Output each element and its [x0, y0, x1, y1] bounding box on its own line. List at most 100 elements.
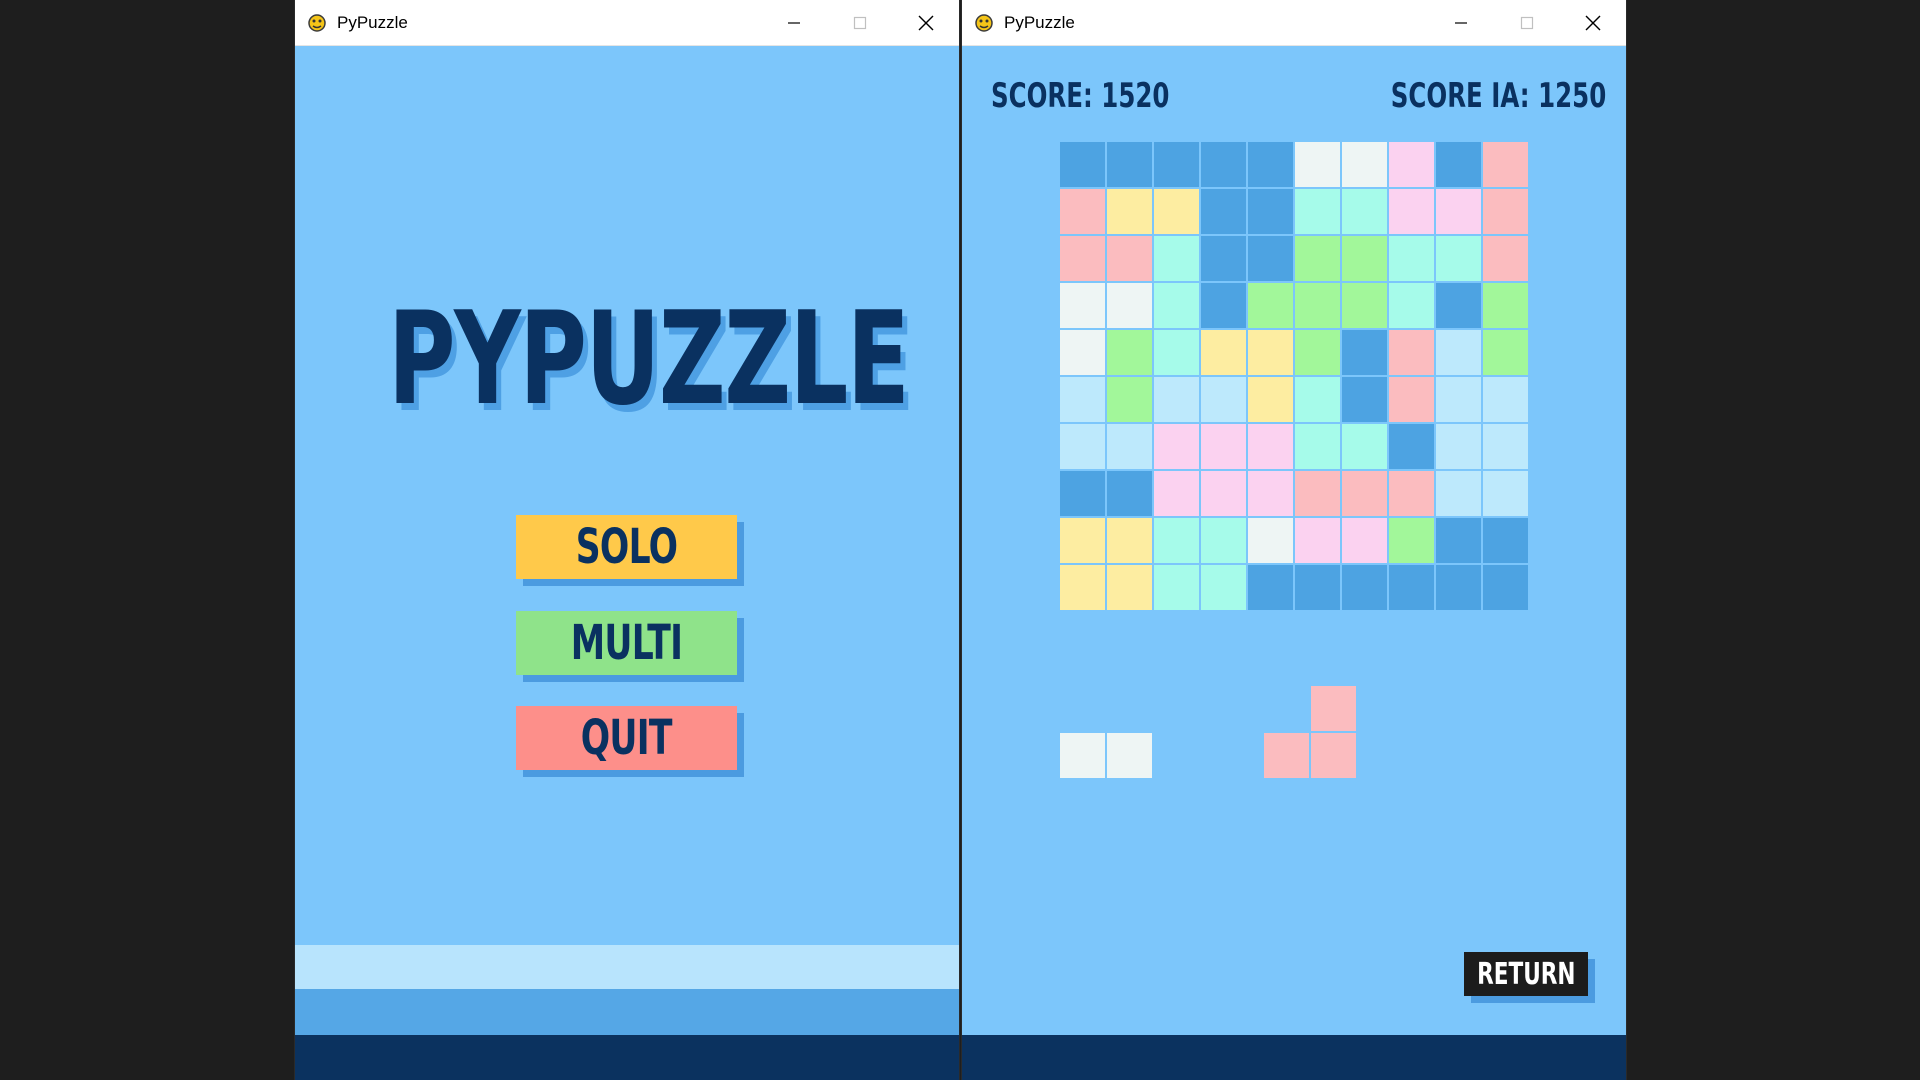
board-cell[interactable] [1483, 471, 1528, 516]
board-cell[interactable] [1295, 283, 1340, 328]
board-cell[interactable] [1436, 424, 1481, 469]
board-cell[interactable] [1060, 471, 1105, 516]
board-cell[interactable] [1295, 142, 1340, 187]
board-cell[interactable] [1201, 283, 1246, 328]
board-cell[interactable] [1342, 518, 1387, 563]
board-cell[interactable] [1107, 471, 1152, 516]
board-cell[interactable] [1248, 565, 1293, 610]
board-cell[interactable] [1201, 424, 1246, 469]
board-cell[interactable] [1389, 424, 1434, 469]
board-cell[interactable] [1248, 283, 1293, 328]
maximize-button[interactable] [1494, 0, 1560, 45]
board-cell[interactable] [1483, 377, 1528, 422]
title-bar[interactable]: PyPuzzle [295, 0, 959, 46]
board-cell[interactable] [1154, 471, 1199, 516]
board-cell[interactable] [1060, 424, 1105, 469]
board-cell[interactable] [1107, 565, 1152, 610]
board-cell[interactable] [1342, 189, 1387, 234]
piece-white-domino-block[interactable] [1107, 733, 1152, 778]
board-cell[interactable] [1389, 189, 1434, 234]
board-cell[interactable] [1342, 283, 1387, 328]
board-cell[interactable] [1295, 424, 1340, 469]
board-cell[interactable] [1107, 330, 1152, 375]
board-cell[interactable] [1201, 330, 1246, 375]
board-cell[interactable] [1154, 424, 1199, 469]
board-cell[interactable] [1342, 424, 1387, 469]
board-cell[interactable] [1154, 377, 1199, 422]
quit-button[interactable]: QUIT [516, 706, 737, 770]
board-cell[interactable] [1060, 142, 1105, 187]
piece-salmon-l-block[interactable] [1311, 733, 1356, 778]
board-cell[interactable] [1295, 518, 1340, 563]
minimize-button[interactable] [761, 0, 827, 45]
board-cell[interactable] [1389, 565, 1434, 610]
board-cell[interactable] [1295, 565, 1340, 610]
board-cell[interactable] [1107, 424, 1152, 469]
board-cell[interactable] [1436, 330, 1481, 375]
piece-white-domino-block[interactable] [1060, 733, 1105, 778]
board-cell[interactable] [1154, 189, 1199, 234]
board-cell[interactable] [1389, 236, 1434, 281]
board-cell[interactable] [1295, 377, 1340, 422]
board-cell[interactable] [1436, 236, 1481, 281]
board-cell[interactable] [1107, 236, 1152, 281]
board-cell[interactable] [1154, 236, 1199, 281]
title-bar[interactable]: PyPuzzle [962, 0, 1626, 46]
board-cell[interactable] [1201, 518, 1246, 563]
board-cell[interactable] [1154, 565, 1199, 610]
board-cell[interactable] [1248, 189, 1293, 234]
board-cell[interactable] [1342, 330, 1387, 375]
board-cell[interactable] [1154, 330, 1199, 375]
multi-button[interactable]: MULTI [516, 611, 737, 675]
board-cell[interactable] [1201, 377, 1246, 422]
board-cell[interactable] [1201, 189, 1246, 234]
board-cell[interactable] [1248, 518, 1293, 563]
board-cell[interactable] [1389, 518, 1434, 563]
board-cell[interactable] [1342, 142, 1387, 187]
minimize-button[interactable] [1428, 0, 1494, 45]
board-cell[interactable] [1154, 283, 1199, 328]
board-cell[interactable] [1342, 471, 1387, 516]
board-cell[interactable] [1107, 189, 1152, 234]
board-cell[interactable] [1483, 189, 1528, 234]
board-cell[interactable] [1248, 236, 1293, 281]
board-cell[interactable] [1248, 424, 1293, 469]
board-cell[interactable] [1060, 518, 1105, 563]
board-cell[interactable] [1436, 142, 1481, 187]
board-cell[interactable] [1248, 471, 1293, 516]
board-cell[interactable] [1107, 142, 1152, 187]
board-cell[interactable] [1483, 565, 1528, 610]
board-cell[interactable] [1154, 518, 1199, 563]
board-cell[interactable] [1201, 142, 1246, 187]
puzzle-board[interactable] [1060, 142, 1533, 615]
board-cell[interactable] [1295, 236, 1340, 281]
board-cell[interactable] [1060, 189, 1105, 234]
board-cell[interactable] [1248, 330, 1293, 375]
board-cell[interactable] [1483, 236, 1528, 281]
close-button[interactable] [893, 0, 959, 45]
close-button[interactable] [1560, 0, 1626, 45]
board-cell[interactable] [1201, 471, 1246, 516]
solo-button[interactable]: SOLO [516, 515, 737, 579]
board-cell[interactable] [1295, 330, 1340, 375]
board-cell[interactable] [1107, 518, 1152, 563]
board-cell[interactable] [1201, 236, 1246, 281]
board-cell[interactable] [1248, 142, 1293, 187]
board-cell[interactable] [1436, 471, 1481, 516]
board-cell[interactable] [1107, 283, 1152, 328]
return-button[interactable]: RETURN [1464, 952, 1588, 996]
board-cell[interactable] [1060, 330, 1105, 375]
board-cell[interactable] [1295, 471, 1340, 516]
board-cell[interactable] [1436, 283, 1481, 328]
board-cell[interactable] [1483, 330, 1528, 375]
board-cell[interactable] [1389, 377, 1434, 422]
board-cell[interactable] [1483, 142, 1528, 187]
board-cell[interactable] [1342, 565, 1387, 610]
board-cell[interactable] [1201, 565, 1246, 610]
board-cell[interactable] [1060, 283, 1105, 328]
board-cell[interactable] [1436, 518, 1481, 563]
board-cell[interactable] [1248, 377, 1293, 422]
board-cell[interactable] [1389, 330, 1434, 375]
board-cell[interactable] [1389, 142, 1434, 187]
board-cell[interactable] [1483, 283, 1528, 328]
